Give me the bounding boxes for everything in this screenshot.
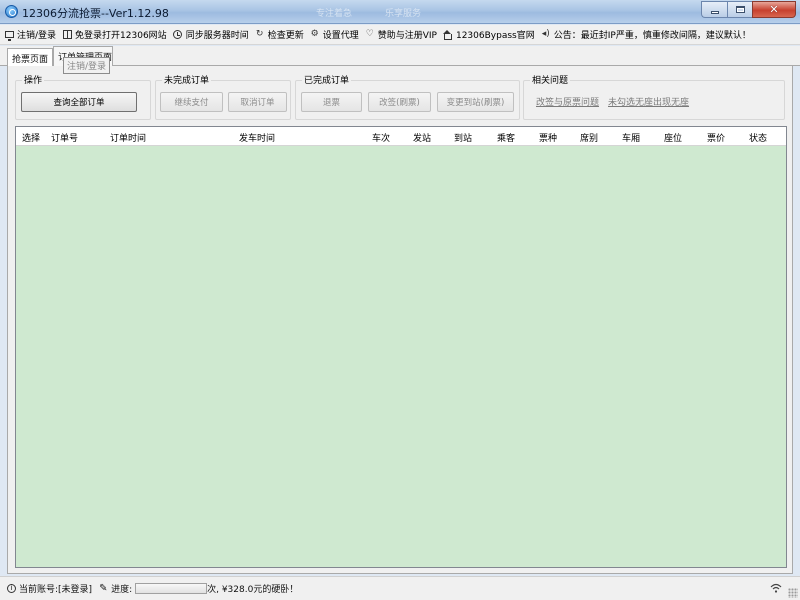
progress-bar <box>135 583 208 594</box>
column-header[interactable]: 车厢 <box>622 131 640 144</box>
group-related-issues: 相关问题 改签与原票问题 未勾选无座出现无座 <box>523 73 785 120</box>
window-icon <box>62 30 72 40</box>
group-finished-orders: 已完成订单 退票 改签(刷票) 变更到站(刷票) <box>295 73 520 120</box>
clock-icon <box>173 30 183 40</box>
resize-grip[interactable] <box>788 588 798 598</box>
column-header[interactable]: 到站 <box>454 131 472 144</box>
column-header[interactable]: 订单号 <box>51 131 78 144</box>
cancel-order-button[interactable]: 取消订单 <box>228 92 287 112</box>
network-signal-icon <box>770 583 782 593</box>
column-header[interactable]: 发站 <box>413 131 431 144</box>
title-watermark-1: 专注着急 <box>316 9 353 19</box>
column-header[interactable]: 票种 <box>539 131 557 144</box>
group-unfinished-orders: 未完成订单 继续支付 取消订单 <box>155 73 291 120</box>
change-destination-button[interactable]: 变更到站(刷票) <box>437 92 514 112</box>
tooltip: 注销/登录 <box>63 57 111 74</box>
menu-toolbar: 注销/登录 免登录打开12306网站 同步服务器时间 ↻ 检查更新 ⚙ 设置代理… <box>0 25 800 45</box>
continue-payment-button[interactable]: 继续支付 <box>160 92 223 112</box>
title-bar: 12306分流抢票--Ver1.12.98 专注着急 乐享服务 ✕ <box>0 0 800 24</box>
menu-label: 赞助与注册VIP <box>377 31 437 41</box>
query-all-orders-button[interactable]: 查询全部订单 <box>21 92 137 112</box>
progress-status: ✎ 进度: 次, ¥328.0元的硬卧！ <box>99 582 298 595</box>
pencil-icon: ✎ <box>99 582 108 594</box>
speaker-icon: ◂) <box>541 29 550 39</box>
menu-sync-time[interactable]: 同步服务器时间 <box>173 28 249 41</box>
link-no-seat-issue[interactable]: 未勾选无座出现无座 <box>608 95 689 108</box>
maximize-button[interactable] <box>727 1 752 18</box>
gear-icon: ⚙ <box>310 29 319 39</box>
menu-label: 免登录打开12306网站 <box>75 31 167 41</box>
change-ticket-button[interactable]: 改签(刷票) <box>368 92 431 112</box>
group-legend: 操作 <box>22 73 45 86</box>
column-header[interactable]: 乘客 <box>497 131 515 144</box>
order-management-panel: 操作 查询全部订单 未完成订单 继续支付 取消订单 已完成订单 退票 改签(刷票… <box>7 66 793 574</box>
table-header: 选择 订单号 订单时间 发车时间 车次 发站 到站 乘客 票种 席别 车厢 座位… <box>16 127 786 146</box>
minimize-button[interactable] <box>701 1 727 18</box>
menu-set-proxy[interactable]: ⚙ 设置代理 <box>310 28 359 42</box>
status-message: 次, ¥328.0元的硬卧！ <box>207 585 299 595</box>
progress-label: 进度: <box>111 585 133 595</box>
tab-strip: 抢票页面 订单管理页面 <box>0 46 800 66</box>
app-logo-icon <box>5 5 18 18</box>
column-header[interactable]: 票价 <box>707 131 725 144</box>
monitor-icon <box>4 30 14 41</box>
menu-check-update[interactable]: ↻ 检查更新 <box>255 28 304 42</box>
menu-label: 设置代理 <box>322 31 359 41</box>
menu-label: 同步服务器时间 <box>185 31 249 41</box>
home-icon <box>443 30 453 40</box>
column-header[interactable]: 座位 <box>664 131 682 144</box>
group-legend: 已完成订单 <box>302 73 352 86</box>
window-controls: ✕ <box>701 1 796 18</box>
title-watermark-2: 乐享服务 <box>385 9 422 19</box>
heart-icon: ♡ <box>365 29 374 39</box>
column-header[interactable]: 发车时间 <box>239 131 275 144</box>
menu-announcement[interactable]: ◂) 公告：最近封IP严重，慎重修改间隔，建议默认！ <box>541 28 751 42</box>
close-icon: ✕ <box>769 3 779 16</box>
refund-button[interactable]: 退票 <box>301 92 362 112</box>
column-header[interactable]: 席别 <box>580 131 598 144</box>
column-header[interactable]: 状态 <box>749 131 767 144</box>
maximize-icon <box>735 6 745 13</box>
menu-logout-login[interactable]: 注销/登录 <box>4 28 56 41</box>
orders-table: 选择 订单号 订单时间 发车时间 车次 发站 到站 乘客 票种 席别 车厢 座位… <box>15 126 787 568</box>
info-icon: i <box>7 584 16 593</box>
window-title: 12306分流抢票--Ver1.12.98 <box>22 7 169 20</box>
menu-label: 检查更新 <box>267 31 304 41</box>
status-bar: i 当前账号:[未登录] ✎ 进度: 次, ¥328.0元的硬卧！ <box>0 576 800 600</box>
tab-ticket-page[interactable]: 抢票页面 <box>7 48 53 66</box>
refresh-icon: ↻ <box>255 29 264 39</box>
menu-label: 12306Bypass官网 <box>455 31 535 41</box>
minimize-icon <box>710 10 719 14</box>
group-legend: 相关问题 <box>530 73 571 86</box>
menu-official-site[interactable]: 12306Bypass官网 <box>443 28 535 41</box>
group-operations: 操作 查询全部订单 <box>15 73 151 120</box>
column-header[interactable]: 选择 <box>22 131 40 144</box>
column-header[interactable]: 订单时间 <box>110 131 146 144</box>
menu-open-12306[interactable]: 免登录打开12306网站 <box>62 28 167 41</box>
group-legend: 未完成订单 <box>162 73 212 86</box>
column-header[interactable]: 车次 <box>372 131 390 144</box>
account-label: 当前账号:[未登录] <box>19 585 93 595</box>
account-status: i 当前账号:[未登录] <box>7 582 92 595</box>
menu-label: 注销/登录 <box>17 31 57 41</box>
menu-label: 公告：最近封IP严重，慎重修改间隔，建议默认！ <box>553 31 751 41</box>
link-change-original-ticket[interactable]: 改签与原票问题 <box>536 95 599 108</box>
close-button[interactable]: ✕ <box>752 1 796 18</box>
menu-sponsor-vip[interactable]: ♡ 赞助与注册VIP <box>365 28 437 42</box>
